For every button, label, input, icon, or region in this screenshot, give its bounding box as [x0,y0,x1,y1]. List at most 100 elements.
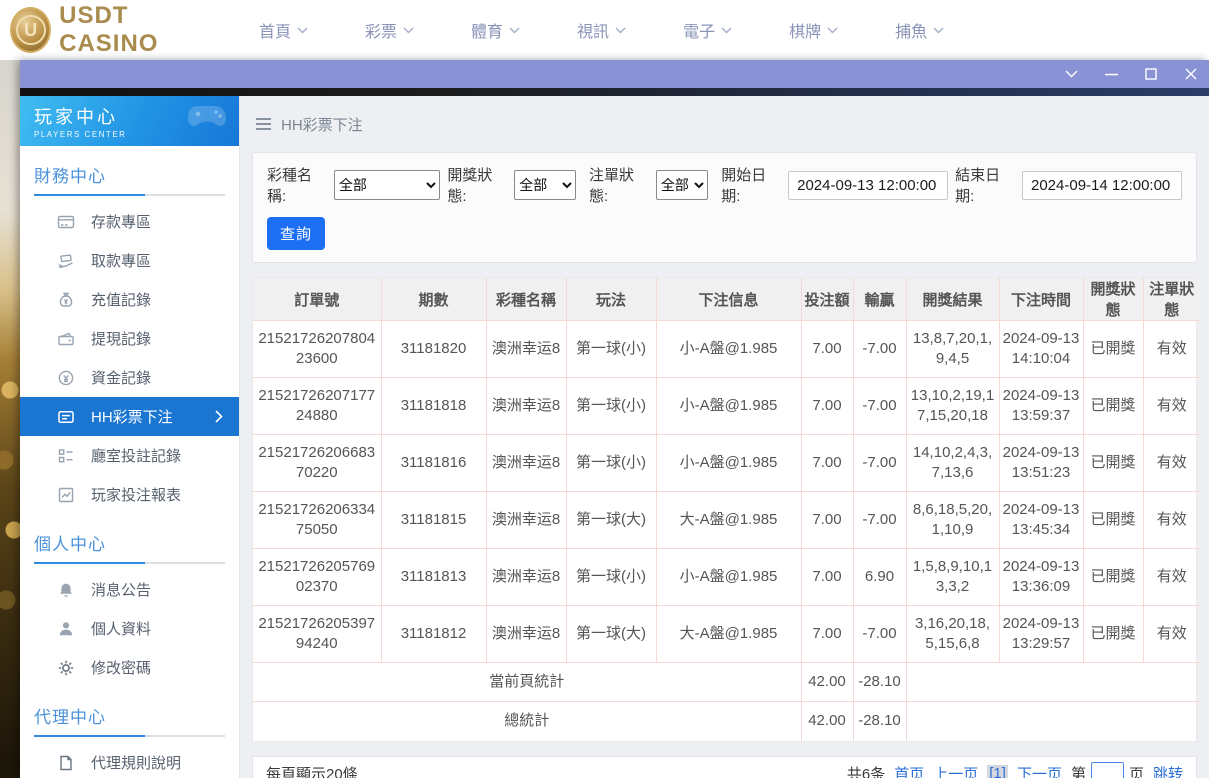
lottery-name-label: 彩種名稱: [267,164,327,206]
jump-prefix-label: 第 [1071,763,1086,778]
chevron-down-icon [297,21,308,39]
cell-win-loss: -7.00 [853,435,906,492]
top-nav-item[interactable]: 視訊 [577,18,626,42]
top-nav-item[interactable]: 體育 [471,18,520,42]
column-header-draw-result: 開獎結果 [906,278,999,321]
lottery-name-select[interactable]: 全部 [334,170,441,200]
sidebar-item[interactable]: 充值記錄 [20,280,239,319]
sidebar-item-label: 廳室投註記錄 [91,445,181,466]
brand-logo[interactable]: U USDT CASINO [0,2,215,58]
sidebar-item[interactable]: 個人資料 [20,609,239,648]
sidebar-item-label: 修改密碼 [91,657,151,678]
current-page-indicator: [1] [987,765,1008,778]
page-size-text: 每頁顯示20條 [266,763,358,778]
sidebar-item[interactable]: 資金記錄 [20,358,239,397]
cell-bet-info: 小-A盤@1.985 [656,321,801,378]
cell-win-loss: -7.00 [853,606,906,663]
column-header-order-id: 訂單號 [253,278,381,321]
sidebar-item-label: 充值記錄 [91,289,151,310]
column-header-win-loss: 輸贏 [853,278,906,321]
window-titlebar[interactable] [20,60,1209,88]
top-nav-item[interactable]: 彩票 [365,18,414,42]
window-maximize-icon[interactable] [1143,66,1159,82]
end-date-input[interactable] [1022,171,1182,200]
prev-page-link[interactable]: 上一页 [933,763,978,778]
cell-bet-info: 大-A盤@1.985 [656,606,801,663]
cell-bet-time: 2024-09-13 13:36:09 [999,549,1083,606]
next-page-link[interactable]: 下一页 [1017,763,1062,778]
page-jump-input[interactable] [1091,762,1124,778]
bet-records-table: 訂單號期數彩種名稱玩法下注信息投注額輸贏開獎結果下注時間開獎狀態注單狀態 215… [253,278,1200,741]
order-status-select[interactable]: 全部 [656,170,708,200]
cell-draw-status: 已開獎 [1083,321,1143,378]
summary-empty [906,663,1200,702]
section-divider [34,194,225,196]
cell-play-type: 第一球(小) [566,378,656,435]
profile-icon [57,620,75,638]
sidebar-item-active[interactable]: HH彩票下注 [20,397,239,436]
window-collapse-icon[interactable] [1063,66,1079,82]
window-close-icon[interactable] [1183,66,1199,82]
sidebar-section-title: 個人中心 [34,530,225,555]
gamepad-icon [185,103,229,134]
top-nav-item[interactable]: 棋牌 [789,18,838,42]
top-nav-item[interactable]: 捕魚 [895,18,944,42]
table-row: 215217262057690237031181813澳洲幸运8第一球(小)小-… [253,549,1200,606]
table-row: 215217262053979424031181812澳洲幸运8第一球(大)大-… [253,606,1200,663]
document-icon [57,754,75,772]
sidebar-item[interactable]: 提現記錄 [20,319,239,358]
summary-win-loss: -28.10 [853,702,906,741]
top-nav-item[interactable]: 電子 [683,18,732,42]
first-page-link[interactable]: 首页 [894,763,924,778]
cell-order-status: 有效 [1143,378,1200,435]
cell-period: 31181816 [381,435,486,492]
cell-win-loss: -7.00 [853,492,906,549]
cell-lottery-name: 澳洲幸运8 [486,378,566,435]
sidebar-item[interactable]: 消息公告 [20,570,239,609]
search-button[interactable]: 查詢 [267,217,325,250]
top-navigation: U USDT CASINO 首頁 彩票 體育 視訊 電子 棋牌 捕魚 [0,0,1209,60]
section-divider [34,735,225,737]
coin-letter: U [16,15,46,45]
sidebar-item[interactable]: 廳室投註記錄 [20,436,239,475]
draw-status-label: 開獎狀態: [447,164,507,206]
summary-label: 總統計 [253,702,801,741]
page-title: HH彩票下注 [281,114,363,135]
summary-label: 當前頁統計 [253,663,801,702]
cell-draw-result: 1,5,8,9,10,13,3,2 [906,549,999,606]
jump-suffix-label: 页 [1129,763,1144,778]
cell-bet-amount: 7.00 [801,435,853,492]
withdraw-record-icon [57,330,75,348]
cell-play-type: 第一球(大) [566,492,656,549]
chevron-down-icon [827,21,838,39]
column-header-draw-status: 開獎狀態 [1083,278,1143,321]
cell-lottery-name: 澳洲幸运8 [486,321,566,378]
sidebar-item-label: 資金記錄 [91,367,151,388]
start-date-input[interactable] [788,171,948,200]
sidebar-section-title: 代理中心 [34,703,225,728]
jump-action-link[interactable]: 跳转 [1153,763,1183,778]
sidebar-item[interactable]: 玩家投注報表 [20,475,239,514]
background-artwork [0,60,20,778]
top-nav-item-label: 捕魚 [895,18,927,42]
sidebar-item-label: 存款專區 [91,211,151,232]
sidebar-item[interactable]: 修改密碼 [20,648,239,687]
cell-bet-time: 2024-09-13 13:59:37 [999,378,1083,435]
cell-bet-info: 小-A盤@1.985 [656,549,801,606]
sidebar-item[interactable]: 取款專區 [20,241,239,280]
column-header-bet-time: 下注時間 [999,278,1083,321]
cell-win-loss: -7.00 [853,378,906,435]
table-row: 215217262071772488031181818澳洲幸运8第一球(小)小-… [253,378,1200,435]
sidebar-item[interactable]: 代理規則說明 [20,743,239,778]
top-nav-item[interactable]: 首頁 [259,18,308,42]
cell-bet-time: 2024-09-13 13:45:34 [999,492,1083,549]
sidebar-item[interactable]: 存款專區 [20,202,239,241]
draw-status-select[interactable]: 全部 [514,170,576,200]
sidebar-item-label: 提現記錄 [91,328,151,349]
menu-toggle-icon[interactable] [256,118,271,130]
cell-lottery-name: 澳洲幸运8 [486,492,566,549]
cell-play-type: 第一球(大) [566,606,656,663]
table-header-row: 訂單號期數彩種名稱玩法下注信息投注額輸贏開獎結果下注時間開獎狀態注單狀態 [253,278,1200,321]
main-menu: 首頁 彩票 體育 視訊 電子 棋牌 捕魚 [215,18,944,42]
window-minimize-icon[interactable] [1103,66,1119,82]
